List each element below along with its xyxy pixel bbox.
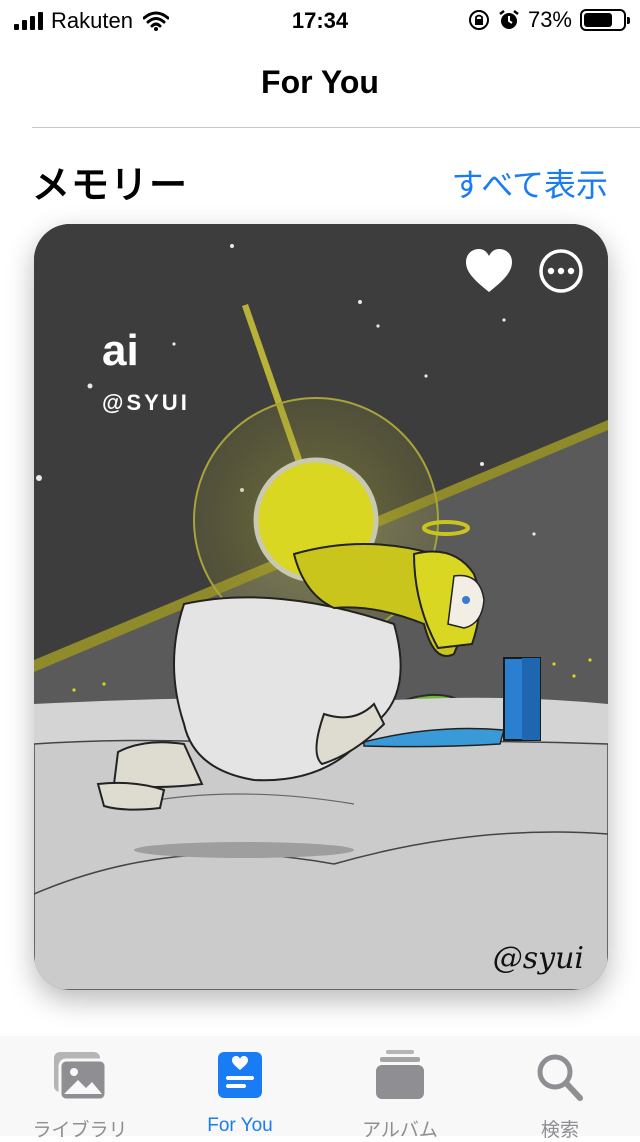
tab-albums[interactable]: アルバム <box>320 1048 480 1142</box>
memory-subtitle: @SYUI <box>102 390 190 415</box>
tab-search-label: 検索 <box>540 1120 579 1141</box>
tab-for-you-label: For You <box>207 1115 273 1136</box>
see-all-button[interactable]: すべて表示 <box>452 160 608 206</box>
status-right: 73% <box>468 7 630 33</box>
status-bar: Rakuten 17:34 73% <box>0 0 640 40</box>
albums-icon <box>376 1050 424 1099</box>
alarm-icon <box>499 10 519 29</box>
orientation-lock-icon <box>468 10 489 30</box>
memory-card[interactable]: ai @SYUI @syui <box>34 224 608 990</box>
artist-signature: @syui <box>492 941 584 976</box>
search-icon <box>537 1054 583 1101</box>
photo-library-icon <box>54 1052 108 1102</box>
heart-icon[interactable] <box>464 248 514 294</box>
tab-bar: ライブラリ For You アルバム 検索 <box>0 1036 640 1141</box>
battery-percent: 73% <box>527 7 572 32</box>
tab-library[interactable]: ライブラリ <box>0 1048 160 1142</box>
memories-section-title: メモリー <box>32 165 189 207</box>
memory-title: ai <box>102 326 139 375</box>
tab-library-label: ライブラリ <box>32 1120 128 1141</box>
tab-albums-label: アルバム <box>362 1120 438 1141</box>
page-title: For You <box>261 64 379 100</box>
nav-divider <box>32 127 640 128</box>
for-you-icon <box>218 1052 262 1098</box>
battery-icon <box>580 9 630 31</box>
tab-for-you[interactable]: For You <box>160 1048 320 1137</box>
tab-search[interactable]: 検索 <box>480 1048 640 1142</box>
ellipsis-circle-icon[interactable] <box>538 248 584 294</box>
